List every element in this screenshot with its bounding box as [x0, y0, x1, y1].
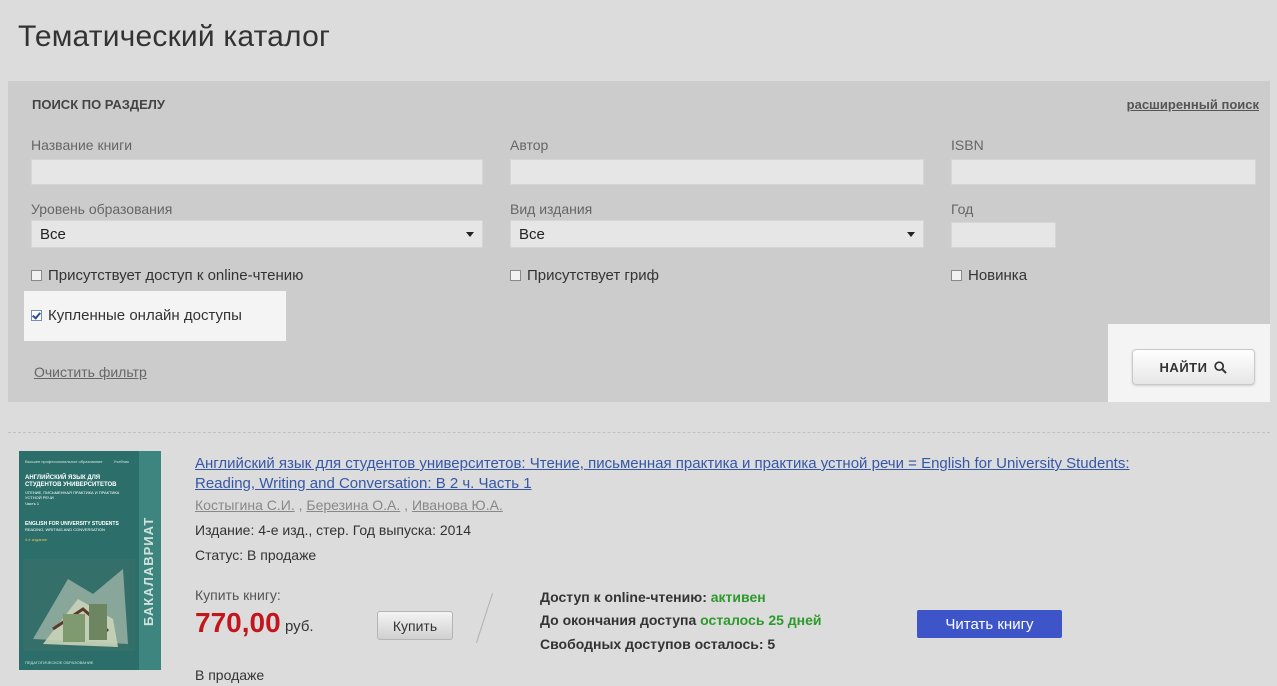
buy-label: Купить книгу:: [195, 587, 281, 603]
divider: [475, 593, 494, 643]
search-panel: ПОИСК ПО РАЗДЕЛУ расширенный поиск Назва…: [8, 81, 1270, 402]
expiry-value: осталось 25 дней: [700, 612, 822, 628]
clear-filter-link[interactable]: Очистить фильтр: [34, 364, 147, 380]
author-link[interactable]: Березина О.А.: [306, 497, 400, 513]
read-book-button[interactable]: Читать книгу: [917, 610, 1062, 638]
education-level-select[interactable]: Все: [31, 220, 483, 248]
search-icon: [1214, 360, 1228, 374]
checkbox-online-label: Присутствует доступ к online-чтению: [48, 267, 304, 284]
checkbox-purchased-label: Купленные онлайн доступы: [48, 307, 242, 324]
checkbox-grif-label: Присутствует гриф: [527, 267, 659, 284]
checkbox-online[interactable]: [31, 270, 42, 281]
book-title-label: Название книги: [31, 137, 133, 153]
checkbox-new-row[interactable]: Новинка: [951, 267, 1027, 284]
chevron-down-icon: [907, 232, 915, 237]
checkbox-purchased[interactable]: [31, 310, 42, 321]
education-level-value: Все: [40, 226, 66, 243]
author-label: Автор: [510, 137, 549, 153]
year-label: Год: [951, 201, 974, 217]
edition-type-select[interactable]: Все: [510, 220, 924, 248]
cover-spine-text: БАКАЛАВРИАТ: [141, 516, 156, 626]
free-access: Свободных доступов осталось: 5: [540, 636, 776, 652]
find-button-label: НАЙТИ: [1159, 359, 1208, 375]
separator: [8, 432, 1270, 433]
authors: Костыгина С.И. , Березина О.А. , Иванова…: [195, 497, 503, 513]
currency: руб.: [285, 618, 314, 635]
checkbox-online-row[interactable]: Присутствует доступ к online-чтению: [31, 267, 303, 284]
cover-title-en: ENGLISH FOR UNIVERSITY STUDENTS READING,…: [25, 521, 119, 542]
price: 770,00: [195, 607, 281, 638]
edition-info: Издание: 4-е изд., стер. Год выпуска: 20…: [195, 522, 471, 538]
cover-title: АНГЛИЙСКИЙ ЯЗЫК ДЛЯ СТУДЕНТОВ УНИВЕРСИТЕ…: [25, 475, 120, 506]
edition-type-value: Все: [519, 226, 545, 243]
isbn-label: ISBN: [951, 137, 984, 153]
isbn-input[interactable]: [951, 159, 1256, 185]
access-status: Доступ к online-чтению: активен: [540, 589, 766, 605]
cover-badge: Учебник: [113, 459, 129, 464]
chevron-down-icon: [466, 232, 474, 237]
checkbox-new[interactable]: [951, 270, 962, 281]
find-button[interactable]: НАЙТИ: [1132, 349, 1255, 385]
checkbox-purchased-row[interactable]: Купленные онлайн доступы: [31, 307, 242, 324]
cover-publisher: ПЕДАГОГИЧЕСКОЕ ОБРАЗОВАНИЕ: [25, 660, 94, 665]
edition-type-label: Вид издания: [510, 201, 593, 217]
on-sale-label: В продаже: [195, 667, 265, 683]
advanced-search-link[interactable]: расширенный поиск: [1127, 97, 1259, 112]
author-link[interactable]: Костыгина С.И.: [195, 497, 295, 513]
checkbox-grif[interactable]: [510, 270, 521, 281]
author-link[interactable]: Иванова Ю.А.: [412, 497, 503, 513]
buy-button[interactable]: Купить: [377, 611, 453, 640]
author-input[interactable]: [510, 159, 924, 185]
checkbox-new-label: Новинка: [968, 267, 1028, 284]
cover-series: Высшее профессиональное образование Учеб…: [25, 459, 129, 464]
status-info: Статус: В продаже: [195, 547, 317, 563]
book-cover[interactable]: Высшее профессиональное образование Учеб…: [19, 451, 161, 670]
year-input[interactable]: [951, 222, 1056, 248]
book-title-link[interactable]: Английский язык для студентов университе…: [195, 454, 1155, 494]
checkbox-grif-row[interactable]: Присутствует гриф: [510, 267, 659, 284]
access-expiry: До окончания доступа осталось 25 дней: [540, 612, 822, 628]
access-value: активен: [710, 589, 766, 605]
cover-illustration: [23, 559, 135, 651]
book-title-input[interactable]: [31, 159, 483, 185]
education-level-label: Уровень образования: [31, 201, 173, 217]
section-label: ПОИСК ПО РАЗДЕЛУ: [32, 97, 166, 112]
page-title: Тематический каталог: [18, 20, 331, 53]
